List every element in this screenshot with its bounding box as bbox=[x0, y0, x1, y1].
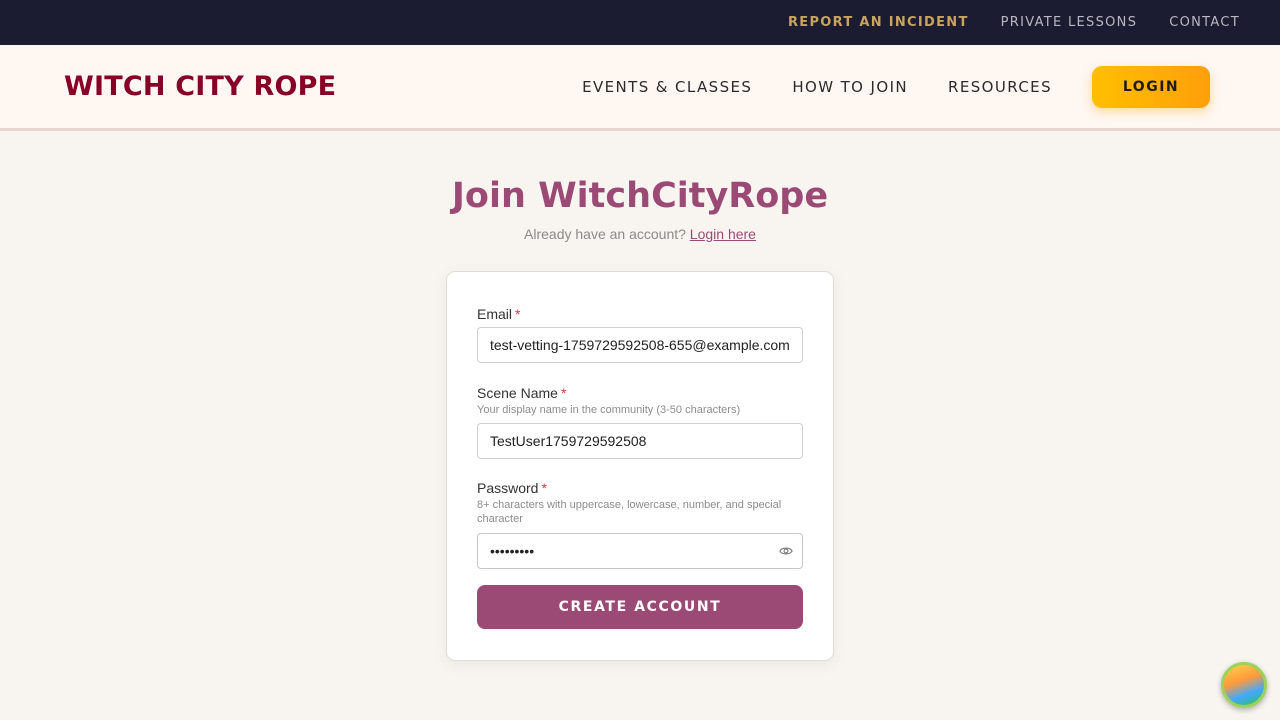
login-prompt: Already have an account? Login here bbox=[0, 226, 1280, 242]
login-prompt-text: Already have an account? bbox=[524, 226, 686, 242]
utility-bar: REPORT AN INCIDENT PRIVATE LESSONS CONTA… bbox=[0, 0, 1280, 45]
scene-name-label-text: Scene Name bbox=[477, 385, 558, 401]
password-hint: 8+ characters with uppercase, lowercase,… bbox=[477, 499, 782, 525]
required-marker: * bbox=[515, 306, 521, 322]
eye-icon[interactable] bbox=[779, 544, 793, 558]
nav-how-to-join[interactable]: HOW TO JOIN bbox=[792, 78, 908, 96]
site-logo[interactable]: WITCH CITY ROPE bbox=[64, 71, 336, 102]
email-label: Email * bbox=[477, 306, 803, 322]
password-field[interactable] bbox=[477, 533, 803, 569]
email-label-text: Email bbox=[477, 306, 513, 322]
required-marker: * bbox=[541, 480, 547, 496]
login-here-link[interactable]: Login here bbox=[690, 226, 756, 242]
login-button[interactable]: LOGIN bbox=[1092, 65, 1210, 108]
registration-form: Email* Scene Name* Your display name in … bbox=[446, 271, 834, 661]
scene-name-hint: Your display name in the community (3-50… bbox=[477, 404, 741, 416]
password-wrapper bbox=[477, 533, 803, 569]
nav-resources[interactable]: RESOURCES bbox=[948, 78, 1052, 96]
required-marker: * bbox=[560, 385, 567, 401]
private-lessons-link[interactable]: PRIVATE LESSONS bbox=[1001, 15, 1138, 30]
password-label: Password * bbox=[477, 480, 803, 496]
assistant-avatar-icon[interactable] bbox=[1221, 662, 1267, 708]
scene-name-label: Scene Name * bbox=[477, 385, 803, 401]
page-title: Join WitchCityRope bbox=[451, 176, 829, 216]
password-label-text: Password bbox=[477, 480, 539, 496]
scene-name-field[interactable] bbox=[477, 423, 803, 459]
nav-events-classes[interactable]: EVENTS & CLASSES bbox=[582, 78, 752, 96]
main-content: Join WitchCityRope Already have an accou… bbox=[0, 176, 1280, 242]
contact-link[interactable]: CONTACT bbox=[1169, 15, 1240, 30]
main-header: WITCH CITY ROPE EVENTS & CLASSES HOW TO … bbox=[0, 45, 1280, 131]
email-field[interactable] bbox=[477, 327, 803, 363]
create-account-button[interactable]: CREATE ACCOUNT bbox=[477, 585, 803, 629]
report-incident-link[interactable]: REPORT AN INCIDENT bbox=[788, 15, 969, 30]
main-nav: EVENTS & CLASSES HOW TO JOIN RESOURCES L… bbox=[582, 65, 1210, 108]
